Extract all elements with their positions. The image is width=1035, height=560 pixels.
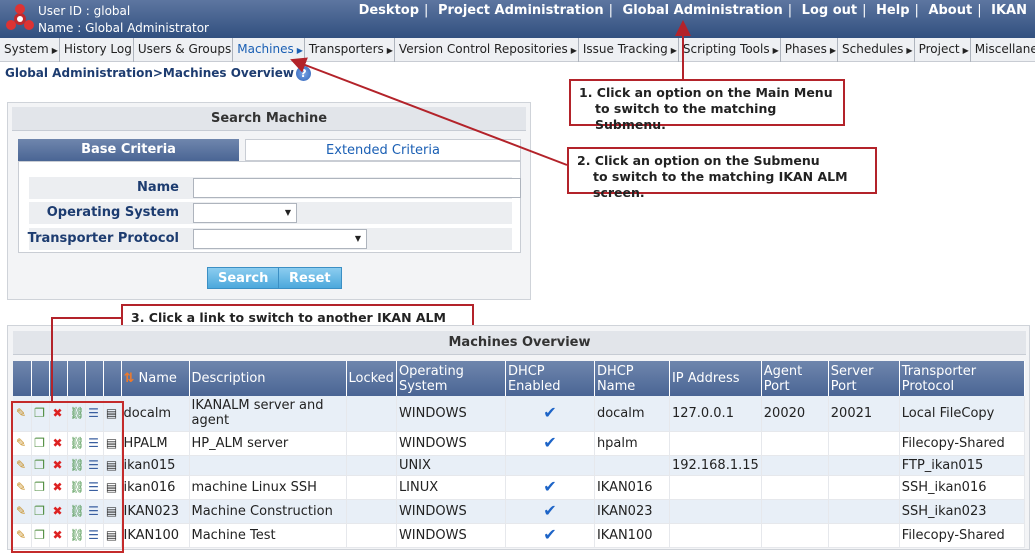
arrow-to-submenu xyxy=(290,57,568,166)
arrow-to-action-icons xyxy=(51,317,121,401)
callout-arrows xyxy=(51,20,691,401)
